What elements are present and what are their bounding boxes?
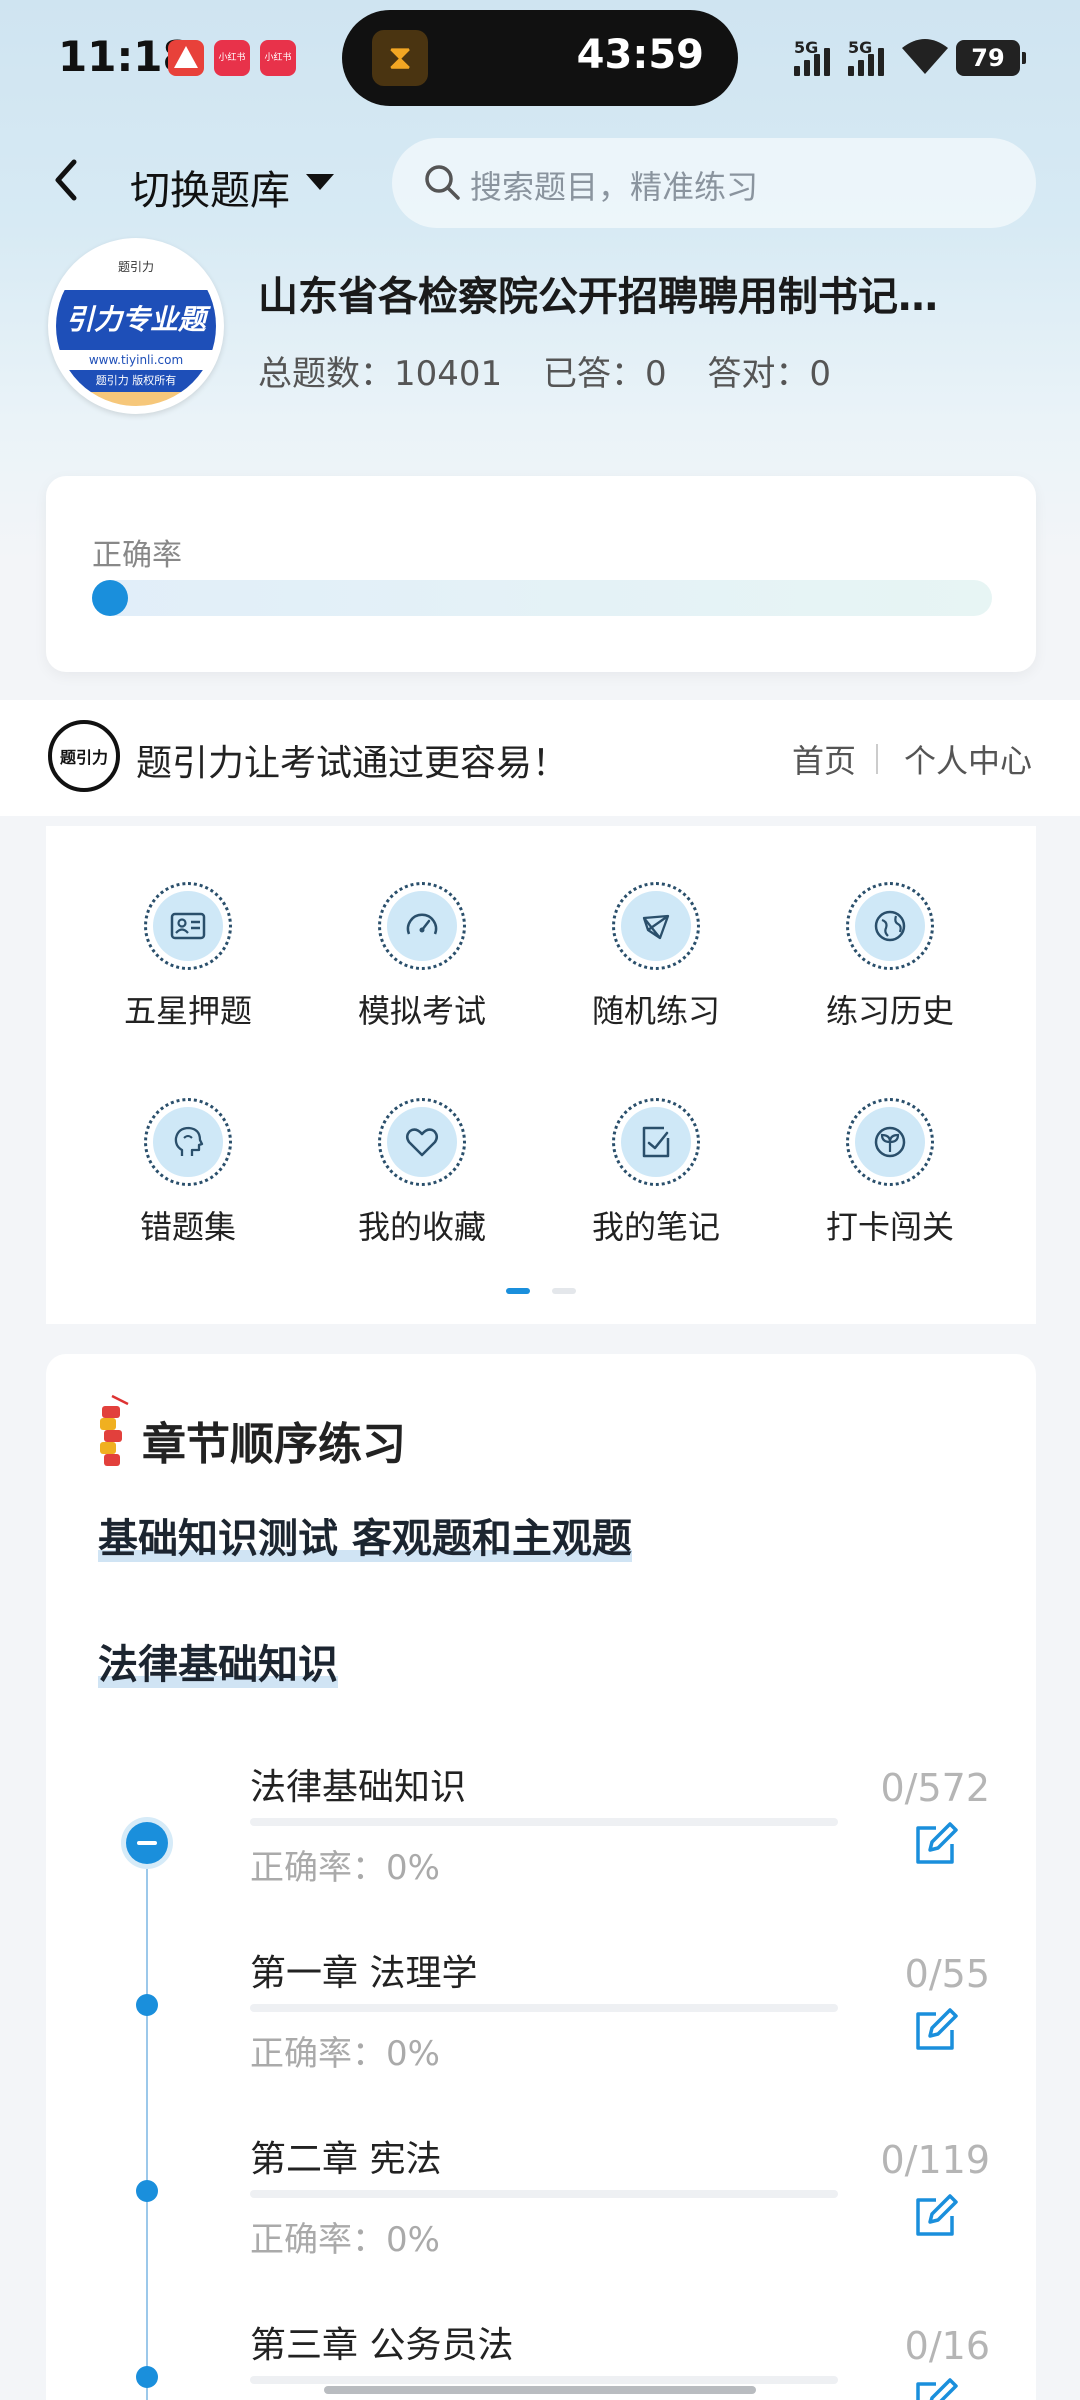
chapter-item-name[interactable]: 第一章 法理学 — [250, 1944, 477, 1996]
chapter-progress-bar — [250, 2004, 838, 2012]
note-check-icon — [642, 1126, 670, 1158]
timeline-dot — [136, 2180, 158, 2202]
logo-copyright: 题引力 版权所有 — [56, 370, 216, 392]
chapter-accuracy: 正确率：0% — [250, 2220, 440, 2260]
timeline-dot — [136, 1994, 158, 2016]
function-label: 五星押题 — [123, 992, 252, 1030]
firecracker-icon — [100, 1394, 129, 1466]
chapter-practice-title: 章节顺序练习 — [142, 1419, 406, 1470]
bank-title: 山东省各检察院公开招聘聘用制书记… — [258, 274, 938, 320]
timeline-line — [146, 1824, 148, 2400]
total-count: 总题数：10401 — [258, 354, 503, 394]
dynamic-island[interactable]: ⧗ 43:59 — [342, 10, 738, 106]
chapter-progress-bar — [250, 2376, 838, 2384]
edit-icon[interactable] — [912, 2192, 960, 2240]
subsection-title: 法律基础知识 — [98, 1642, 338, 1688]
wifi-icon — [902, 39, 948, 74]
switch-bank-button[interactable]: 切换题库 — [130, 158, 290, 216]
head-icon — [174, 1126, 204, 1156]
chapter-progress-bar — [250, 1818, 838, 1826]
search-bar[interactable]: 搜索题目，精准练习 — [392, 138, 1036, 228]
function-random-practice[interactable]: 随机练习 — [556, 846, 756, 1030]
page-indicator-active — [506, 1288, 530, 1294]
function-notes[interactable]: 我的笔记 — [556, 1062, 756, 1246]
chapter-count: 0/572 — [880, 1766, 990, 1810]
chapter-item-name[interactable]: 第三章 公务员法 — [250, 2316, 513, 2368]
function-history[interactable]: 练习历史 — [790, 846, 990, 1030]
page-indicator — [552, 1288, 576, 1294]
search-placeholder: 搜索题目，精准练习 — [470, 168, 759, 206]
collapse-icon[interactable] — [126, 1822, 168, 1864]
function-label: 随机练习 — [591, 992, 720, 1030]
function-wrong-questions[interactable]: 错题集 — [88, 1062, 288, 1246]
chapter-progress-bar — [250, 2190, 838, 2198]
answered-count: 已答：0 — [542, 354, 667, 394]
chapter-item-name[interactable]: 法律基础知识 — [250, 1758, 466, 1810]
accuracy-progress-bar — [92, 580, 992, 616]
chapter-accuracy: 正确率：0% — [250, 1848, 440, 1888]
function-label: 我的收藏 — [357, 1208, 486, 1246]
accuracy-card: 正确率 — [46, 476, 1036, 672]
edit-icon[interactable] — [912, 2376, 960, 2400]
bank-logo: 题引力 引力专业题 www.tiyinli.com 题引力 版权所有 — [48, 238, 224, 414]
function-label: 我的笔记 — [591, 1208, 720, 1246]
home-indicator[interactable] — [324, 2386, 756, 2394]
home-link[interactable]: 首页 — [792, 736, 856, 782]
app-notification-icon — [168, 40, 204, 76]
id-card-icon — [170, 912, 206, 940]
function-checkin[interactable]: 打卡闯关 — [790, 1062, 990, 1246]
back-arrow-icon[interactable] — [46, 150, 86, 210]
caret-down-icon[interactable] — [306, 174, 334, 190]
speedometer-icon — [406, 913, 438, 935]
function-favorites[interactable]: 我的收藏 — [322, 1062, 522, 1246]
globe-icon — [874, 910, 906, 942]
function-grid: 五星押题 模拟考试 随机练习 练习历史 错题集 我的收藏 我的笔记 打卡闯关 — [46, 826, 1036, 1324]
function-label: 模拟考试 — [357, 992, 486, 1030]
brand-logo: 题引力 — [48, 720, 120, 792]
personal-center-link[interactable]: 个人中心 — [904, 736, 1032, 782]
function-mock-exam[interactable]: 模拟考试 — [322, 846, 522, 1030]
function-five-star[interactable]: 五星押题 — [88, 846, 288, 1030]
chapter-accuracy: 正确率：0% — [250, 2034, 440, 2074]
shuffle-node-icon — [642, 914, 670, 940]
timeline-dot — [136, 2366, 158, 2388]
chapter-practice-card: 章节顺序练习 基础知识测试 客观题和主观题 法律基础知识 法律基础知识 正确率：… — [46, 1354, 1036, 2400]
logo-top-text: 题引力 — [117, 260, 154, 274]
battery-icon: 79 — [956, 40, 1026, 76]
search-icon — [425, 165, 460, 200]
timer-text: 43:59 — [576, 32, 704, 78]
chapter-item-name[interactable]: 第二章 宪法 — [250, 2130, 441, 2182]
chapter-count: 0/119 — [880, 2138, 990, 2182]
bank-stats: 总题数：10401 已答：0 答对：0 — [258, 346, 861, 395]
signal-bars-icon — [794, 48, 834, 76]
logo-url: www.tiyinli.com — [56, 350, 216, 370]
heart-icon — [406, 1128, 438, 1157]
app-banner: 题引力 题引力让考试通过更容易！ 首页 个人中心 — [0, 700, 1080, 816]
app-notification-icon: 小红书 — [260, 40, 296, 76]
leaf-icon — [874, 1126, 906, 1158]
status-bar: 11:18 小红书 小红书 ⧗ 43:59 5G 5G 79 — [0, 0, 1080, 120]
function-label: 错题集 — [139, 1208, 236, 1246]
correct-count: 答对：0 — [707, 354, 832, 394]
app-notification-icon: 小红书 — [214, 40, 250, 76]
function-label: 打卡闯关 — [825, 1208, 954, 1246]
logo-text: 引力专业题 — [56, 290, 216, 350]
accuracy-label: 正确率 — [92, 538, 182, 573]
section-title: 基础知识测试 客观题和主观题 — [98, 1516, 632, 1562]
hourglass-icon: ⧗ — [372, 30, 428, 86]
accuracy-progress-dot — [92, 580, 128, 616]
chapter-count: 0/55 — [904, 1952, 990, 1996]
function-label: 练习历史 — [825, 992, 954, 1030]
edit-icon[interactable] — [912, 2006, 960, 2054]
divider — [876, 744, 878, 774]
chapter-count: 0/16 — [904, 2324, 990, 2368]
edit-icon[interactable] — [912, 1820, 960, 1868]
signal-bars-icon — [848, 48, 888, 76]
banner-slogan: 题引力让考试通过更容易！ — [136, 743, 569, 784]
